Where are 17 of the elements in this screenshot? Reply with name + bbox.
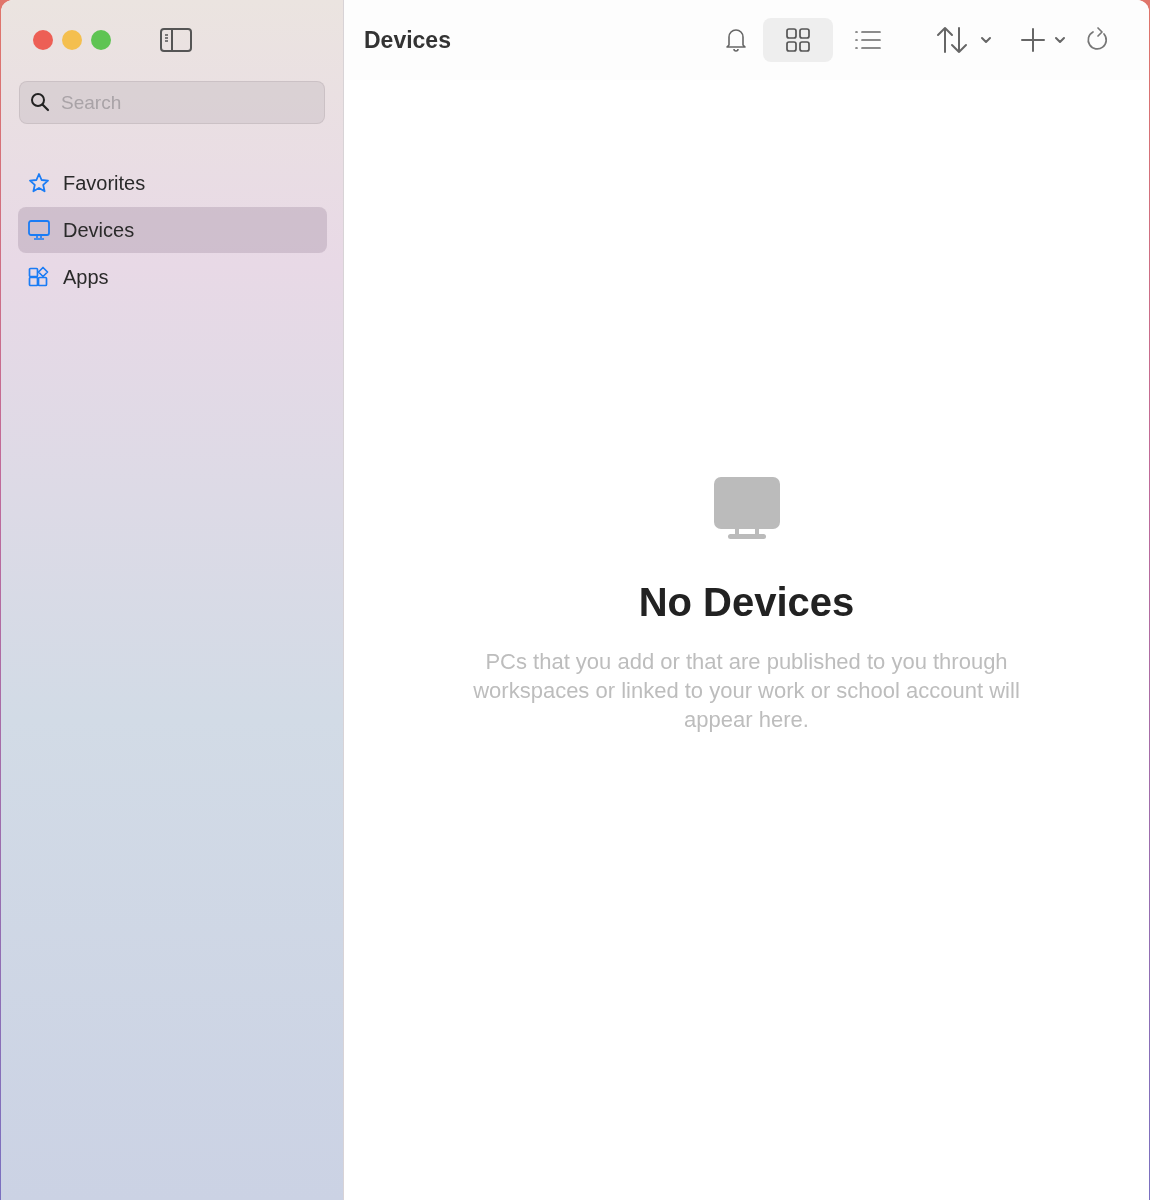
sidebar-item[interactable]: Apps [18, 254, 327, 300]
page-title: Devices [364, 26, 451, 54]
close-button[interactable] [33, 30, 53, 50]
search-icon [30, 92, 50, 112]
grid-view-button[interactable] [763, 18, 833, 62]
monitor-icon [28, 219, 50, 241]
monitor-icon [712, 476, 781, 540]
apps-icon [28, 266, 50, 288]
sidebar-item[interactable]: Devices [18, 207, 327, 253]
empty-state-title: No Devices [638, 580, 855, 625]
star-icon [28, 172, 50, 194]
sidebar-item[interactable]: Favorites [18, 160, 327, 206]
list-icon [854, 29, 882, 51]
sidebar-toggle-icon[interactable] [160, 28, 192, 52]
notification-bell-icon[interactable] [723, 26, 749, 54]
empty-state-message: PCs that you add or that are published to you through workspaces or linked to your work or school account will appear here. [472, 648, 1021, 734]
grid-icon [785, 27, 811, 53]
